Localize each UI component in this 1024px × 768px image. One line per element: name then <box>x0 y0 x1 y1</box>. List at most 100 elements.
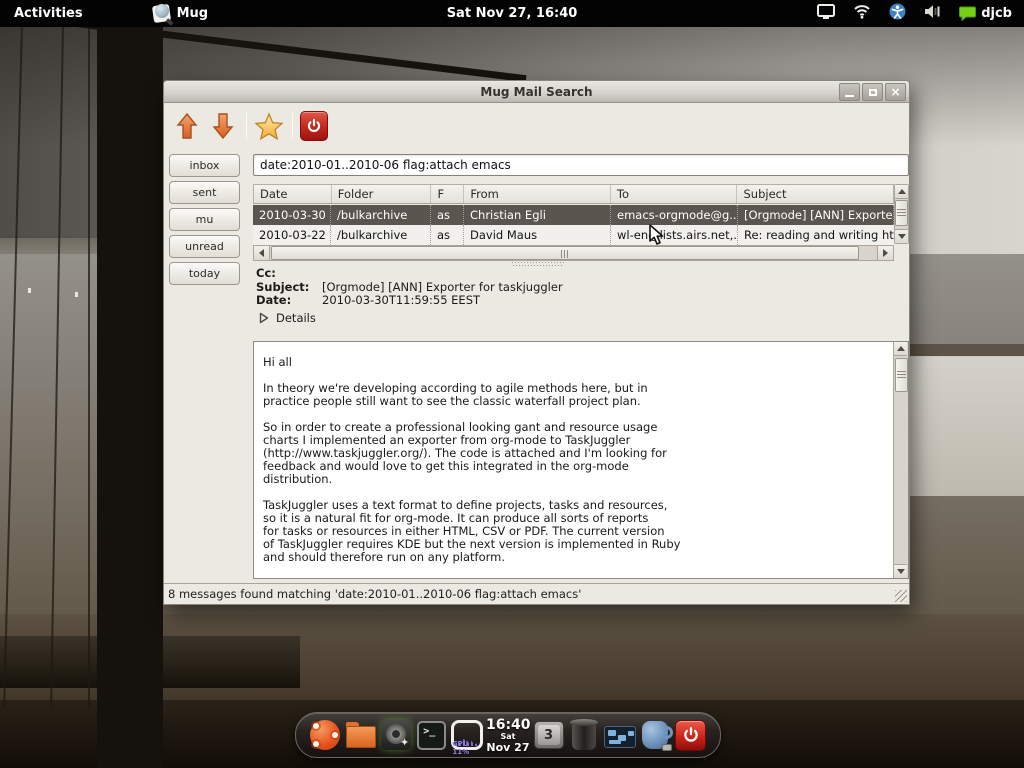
maximize-button[interactable] <box>862 83 883 101</box>
scroll-up-button[interactable] <box>894 342 907 356</box>
cell-folder: /bulkarchive <box>331 225 431 245</box>
maximize-icon <box>869 89 877 96</box>
display-icon[interactable] <box>817 4 835 24</box>
up-arrow-icon <box>175 112 199 140</box>
dock-item-cpu-monitor[interactable]: CPU 11% <box>450 718 484 752</box>
scrollbar-thumb[interactable] <box>895 358 908 392</box>
calendar-icon: 3 <box>534 721 564 749</box>
sidebar-item-mu[interactable]: mu <box>169 208 240 231</box>
previous-message-button[interactable] <box>172 110 202 142</box>
pitcher-icon <box>642 721 668 749</box>
body-vertical-scrollbar[interactable] <box>893 342 908 578</box>
column-header-subject[interactable]: Subject <box>737 185 893 203</box>
thumb-grip <box>561 250 569 258</box>
media-player-icon: ✦ <box>381 720 411 750</box>
minimize-button[interactable] <box>839 83 860 101</box>
wallpaper-bridge-cable <box>88 27 90 707</box>
cell-folder: /bulkarchive <box>331 205 431 225</box>
dock-item-workspace-switcher[interactable] <box>603 718 637 752</box>
table-row-selected[interactable]: 2010-03-30 /bulkarchive as Christian Egl… <box>253 205 894 225</box>
username-label: djcb <box>981 6 1012 21</box>
window-title: Mug Mail Search <box>480 85 592 99</box>
column-header-folder[interactable]: Folder <box>332 185 432 203</box>
dock-item-media-player[interactable]: ✦ <box>379 718 413 752</box>
dock-item-shutdown[interactable] <box>674 718 708 752</box>
toolbar <box>164 104 909 148</box>
cpu-usage-label: CPU 11% <box>452 740 480 756</box>
star-icon <box>254 112 284 141</box>
close-button[interactable]: × <box>885 83 906 101</box>
mouse-cursor <box>648 224 666 246</box>
search-input[interactable] <box>253 154 909 176</box>
down-arrow-icon <box>211 112 235 140</box>
workspace-switcher-icon <box>604 726 636 748</box>
date-label: Date: <box>256 294 322 308</box>
calendar-day-label: 3 <box>538 725 560 745</box>
dock-item-calendar[interactable]: 3 <box>532 718 566 752</box>
cell-to: emacs-orgmode@g... <box>611 205 738 225</box>
column-header-flags[interactable]: F <box>431 185 464 203</box>
scroll-up-button[interactable] <box>895 185 908 199</box>
details-expander[interactable]: Details <box>256 311 896 325</box>
scroll-right-button[interactable] <box>877 246 893 260</box>
table-horizontal-scrollbar[interactable] <box>253 245 894 261</box>
scroll-left-button[interactable] <box>254 246 270 260</box>
column-header-to[interactable]: To <box>611 185 738 203</box>
message-headers: Cc: Subject: [Orgmode] [ANN] Exporter fo… <box>256 267 896 325</box>
scrollbar-thumb[interactable] <box>895 200 908 226</box>
minimize-icon <box>845 95 854 97</box>
up-arrow-icon <box>898 189 906 194</box>
sidebar-item-sent[interactable]: sent <box>169 181 240 204</box>
activities-button[interactable]: Activities <box>14 6 83 21</box>
window-resize-grip[interactable] <box>895 590 907 602</box>
cell-flags: as <box>431 225 464 245</box>
wallpaper-sailboat <box>28 288 31 293</box>
flag-message-button[interactable] <box>254 110 284 142</box>
dock-item-ubuntu[interactable] <box>308 718 342 752</box>
subject-label: Subject: <box>256 281 322 295</box>
scroll-down-button[interactable] <box>895 229 908 243</box>
message-body-view[interactable]: Hi all In theory we're developing accord… <box>253 341 909 579</box>
scroll-down-button[interactable] <box>894 564 907 578</box>
next-message-button[interactable] <box>208 110 238 142</box>
sidebar-item-unread[interactable]: unread <box>169 235 240 258</box>
user-menu[interactable]: djcb <box>959 6 1012 21</box>
table-row[interactable]: 2010-03-22 /bulkarchive as David Maus wl… <box>253 225 894 245</box>
message-body-text: Hi all In theory we're developing accord… <box>263 356 683 564</box>
accessibility-icon[interactable] <box>889 3 906 24</box>
sidebar-item-inbox[interactable]: inbox <box>169 154 240 177</box>
table-vertical-scrollbar[interactable] <box>894 184 909 244</box>
dock-clock-time: 16:40 <box>486 718 530 732</box>
cell-subject: [Orgmode] [ANN] Exporter.. <box>738 205 894 225</box>
dock: ✦ >_ CPU 11% 16:40 Sat Nov 27 3 <box>295 712 721 758</box>
sidebar-item-today[interactable]: today <box>169 262 240 285</box>
mug-app-icon <box>153 4 173 24</box>
status-message: 8 messages found matching 'date:2010-01.… <box>168 587 581 601</box>
right-arrow-icon <box>883 249 888 257</box>
ubuntu-logo-icon <box>310 720 340 750</box>
cell-date: 2010-03-30 <box>253 205 331 225</box>
column-header-date[interactable]: Date <box>254 185 332 203</box>
expander-triangle-icon <box>258 312 270 324</box>
app-menu[interactable]: Mug <box>153 4 209 24</box>
dock-item-power-manager[interactable] <box>638 718 672 752</box>
dock-item-trash[interactable] <box>567 718 601 752</box>
column-header-from[interactable]: From <box>464 185 611 203</box>
volume-icon[interactable] <box>924 4 941 23</box>
dock-item-clock[interactable]: 16:40 Sat Nov 27 <box>486 718 530 753</box>
quit-button[interactable] <box>300 111 328 141</box>
cell-date: 2010-03-22 <box>253 225 331 245</box>
wallpaper-bridge-tower <box>97 27 163 768</box>
thumb-grip <box>897 209 906 217</box>
up-arrow-icon <box>897 346 905 351</box>
dock-item-terminal[interactable]: >_ <box>415 718 449 752</box>
cell-from: Christian Egli <box>464 205 611 225</box>
dock-item-file-manager[interactable] <box>344 718 378 752</box>
scrollbar-thumb[interactable] <box>271 246 859 260</box>
window-titlebar[interactable]: Mug Mail Search × <box>164 81 909 103</box>
top-panel: Activities Mug Sat Nov 27, 16:40 djc <box>0 0 1024 27</box>
app-menu-label: Mug <box>177 6 209 21</box>
chat-icon <box>959 6 976 21</box>
cell-flags: as <box>431 205 464 225</box>
wifi-icon[interactable] <box>853 4 871 23</box>
